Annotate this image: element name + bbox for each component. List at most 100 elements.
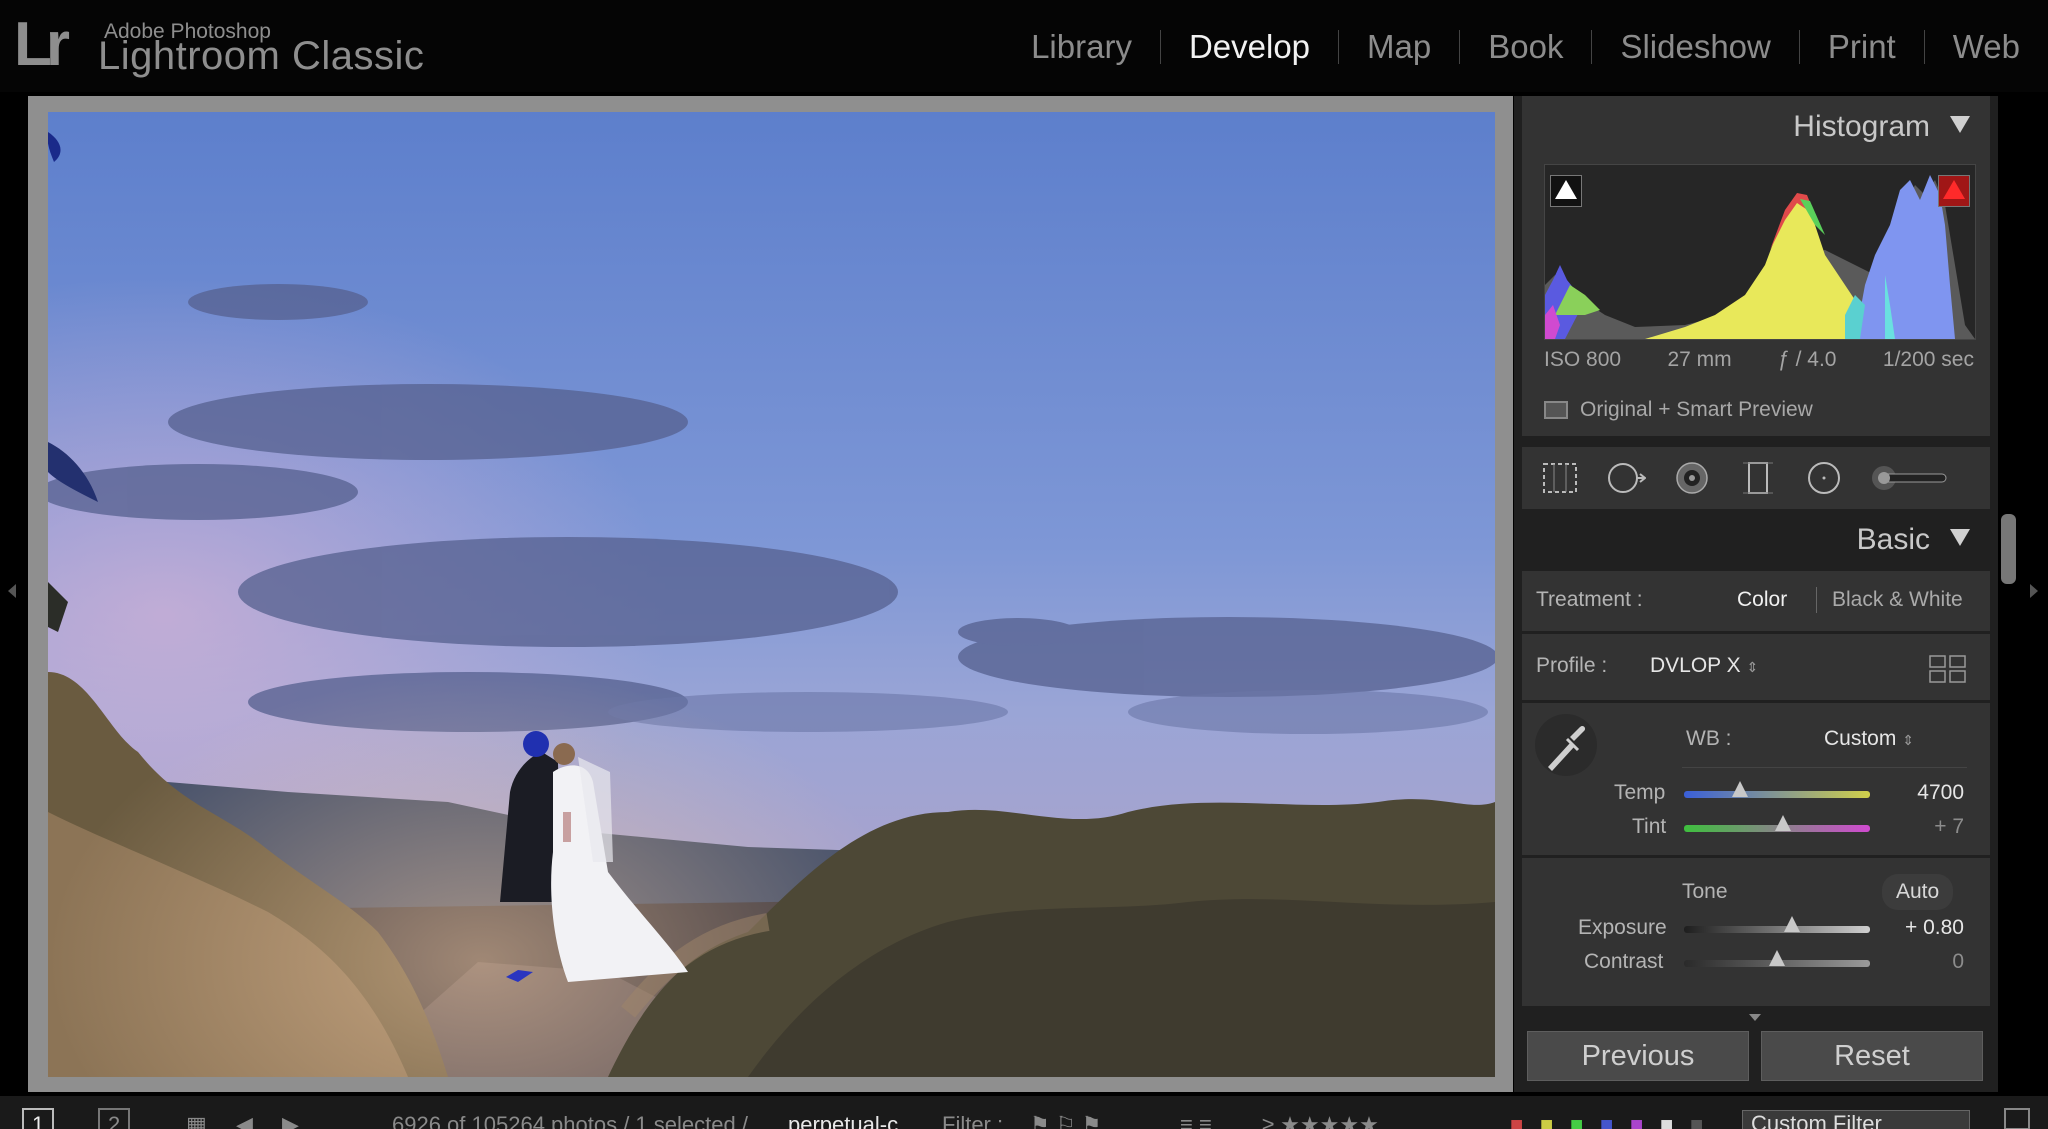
tint-label: Tint xyxy=(1632,815,1667,838)
module-divider xyxy=(1591,30,1593,64)
source-folder[interactable]: perpetual-c xyxy=(788,1112,898,1129)
tone-label: Tone xyxy=(1682,880,1728,903)
basic-collapse-icon[interactable] xyxy=(1950,529,1970,546)
exposure-slider-thumb[interactable] xyxy=(1783,916,1800,932)
wb-value: Custom xyxy=(1824,727,1897,750)
histogram-plot xyxy=(1545,175,1975,339)
module-divider xyxy=(1159,30,1161,64)
tone-section: Tone Auto Exposure + 0.80 Contrast 0 xyxy=(1522,858,1990,1006)
yellow-label-filter[interactable]: ■ xyxy=(1540,1112,1553,1129)
module-divider xyxy=(1798,30,1800,64)
highlight-clipping-icon xyxy=(1943,180,1965,199)
profile-browser-icon[interactable] xyxy=(1928,654,1968,684)
treatment-bw-option[interactable]: Black & White xyxy=(1832,588,1963,612)
wb-dropdown[interactable]: Custom ⇕ xyxy=(1824,727,1914,751)
back-arrow-icon[interactable]: ◀ xyxy=(236,1112,253,1129)
tool-strip xyxy=(1522,447,1990,509)
focal-length-value: 27 mm xyxy=(1667,348,1732,371)
white-label-filter[interactable]: ■ xyxy=(1660,1112,1673,1129)
exposure-label: Exposure xyxy=(1578,916,1667,939)
exposure-value[interactable]: + 0.80 xyxy=(1905,916,1964,940)
custom-filter-dropdown[interactable]: Custom Filter xyxy=(1742,1110,1970,1129)
temp-label: Temp xyxy=(1614,781,1666,804)
main-window-button[interactable]: 1 xyxy=(22,1108,55,1129)
contrast-value[interactable]: 0 xyxy=(1952,950,1964,974)
top-bar: Lr Adobe Photoshop Lightroom Classic Lib… xyxy=(0,0,2048,92)
histogram-graph[interactable] xyxy=(1544,164,1976,340)
treatment-color-option[interactable]: Color xyxy=(1737,588,1787,612)
shadow-clipping-icon xyxy=(1555,180,1577,199)
exif-info: ISO 800 27 mm ƒ / 4.0 1/200 sec xyxy=(1544,348,1974,372)
panel-scrollbar[interactable] xyxy=(2001,514,2016,584)
highlight-clipping-toggle[interactable] xyxy=(1938,175,1970,207)
module-web[interactable]: Web xyxy=(1939,28,2034,66)
profile-row: Profile : DVLOP X ⇕ xyxy=(1522,634,1990,700)
radial-filter-icon[interactable] xyxy=(1804,460,1844,496)
green-label-filter[interactable]: ■ xyxy=(1570,1112,1583,1129)
previous-button[interactable]: Previous xyxy=(1527,1031,1749,1081)
forward-arrow-icon[interactable]: ▶ xyxy=(282,1112,299,1129)
basic-header[interactable]: Basic xyxy=(1522,513,1990,569)
flag-filter-icons[interactable]: ⚑ ⚐ ⚑ xyxy=(1030,1112,1101,1129)
red-eye-icon[interactable] xyxy=(1672,460,1712,496)
module-library[interactable]: Library xyxy=(1017,28,1146,66)
module-slideshow[interactable]: Slideshow xyxy=(1606,28,1784,66)
secondary-window-button[interactable]: 2 xyxy=(98,1108,131,1129)
gray-label-filter[interactable]: ■ xyxy=(1690,1112,1703,1129)
iso-value: ISO 800 xyxy=(1544,348,1622,371)
right-panel: Histogram ISO 800 27 mm ƒ / 4.0 1/200 se… xyxy=(1514,96,1998,1092)
filter-label: Filter : xyxy=(942,1112,1004,1129)
filmstrip-toggle-icon[interactable] xyxy=(2004,1108,2030,1129)
tint-slider-thumb[interactable] xyxy=(1774,815,1791,831)
wb-label: WB : xyxy=(1686,727,1732,750)
spot-removal-icon[interactable] xyxy=(1606,460,1646,496)
contrast-label: Contrast xyxy=(1584,950,1664,973)
wb-divider xyxy=(1682,767,1967,768)
module-map[interactable]: Map xyxy=(1353,28,1445,66)
panel-end-marker-icon xyxy=(1749,1014,1761,1021)
rating-filter-stars[interactable]: ≥ ★★★★★ xyxy=(1262,1112,1379,1129)
crop-overlay-icon[interactable] xyxy=(1540,460,1580,496)
aperture-value: ƒ / 4.0 xyxy=(1778,348,1837,371)
brand-line-2: Lightroom Classic xyxy=(98,34,425,78)
module-divider xyxy=(1459,30,1461,64)
updown-arrows-icon: ⇕ xyxy=(1902,732,1914,748)
edit-filter-icon[interactable]: ≡ ≡ xyxy=(1180,1112,1212,1129)
module-divider xyxy=(1338,30,1340,64)
smart-preview-icon xyxy=(1544,401,1568,419)
temp-value[interactable]: 4700 xyxy=(1917,781,1964,805)
right-panel-toggle[interactable] xyxy=(2030,584,2038,598)
wb-eyedropper-icon[interactable] xyxy=(1534,713,1598,777)
tint-value[interactable]: + 7 xyxy=(1934,815,1964,839)
lr-logo: Lr xyxy=(14,10,70,79)
treatment-divider xyxy=(1816,587,1817,613)
red-label-filter[interactable]: ■ xyxy=(1510,1112,1523,1129)
exposure-slider[interactable] xyxy=(1684,926,1870,933)
temp-slider[interactable] xyxy=(1684,791,1870,798)
module-picker: Library Develop Map Book Slideshow Print… xyxy=(1017,28,2034,66)
reset-button[interactable]: Reset xyxy=(1761,1031,1983,1081)
photo-canvas[interactable] xyxy=(48,112,1495,1077)
custom-filter-label: Custom Filter xyxy=(1751,1111,1882,1129)
temp-slider-thumb[interactable] xyxy=(1731,781,1748,797)
module-print[interactable]: Print xyxy=(1814,28,1910,66)
graduated-filter-icon[interactable] xyxy=(1738,460,1778,496)
profile-label: Profile : xyxy=(1536,654,1608,677)
adjustment-brush-icon[interactable] xyxy=(1870,460,1950,496)
module-book[interactable]: Book xyxy=(1474,28,1577,66)
module-develop[interactable]: Develop xyxy=(1175,28,1324,66)
histogram-title[interactable]: Histogram xyxy=(1793,110,1930,144)
left-panel-toggle[interactable] xyxy=(8,584,16,598)
histogram-collapse-icon[interactable] xyxy=(1950,116,1970,133)
profile-dropdown[interactable]: DVLOP X ⇕ xyxy=(1650,654,1758,678)
grid-view-icon[interactable]: ▦ xyxy=(186,1112,207,1129)
contrast-slider-thumb[interactable] xyxy=(1769,950,1785,966)
preview-status[interactable]: Original + Smart Preview xyxy=(1544,398,1813,422)
shadow-clipping-toggle[interactable] xyxy=(1550,175,1582,207)
purple-label-filter[interactable]: ■ xyxy=(1630,1112,1643,1129)
auto-tone-button[interactable]: Auto xyxy=(1882,874,1954,910)
blue-label-filter[interactable]: ■ xyxy=(1600,1112,1613,1129)
basic-title: Basic xyxy=(1856,523,1930,556)
histogram-section: Histogram ISO 800 27 mm ƒ / 4.0 1/200 se… xyxy=(1522,96,1990,436)
filmstrip-toolbar: 1 2 ▦ ◀ ▶ 6926 of 105264 photos / 1 sele… xyxy=(0,1096,2048,1129)
